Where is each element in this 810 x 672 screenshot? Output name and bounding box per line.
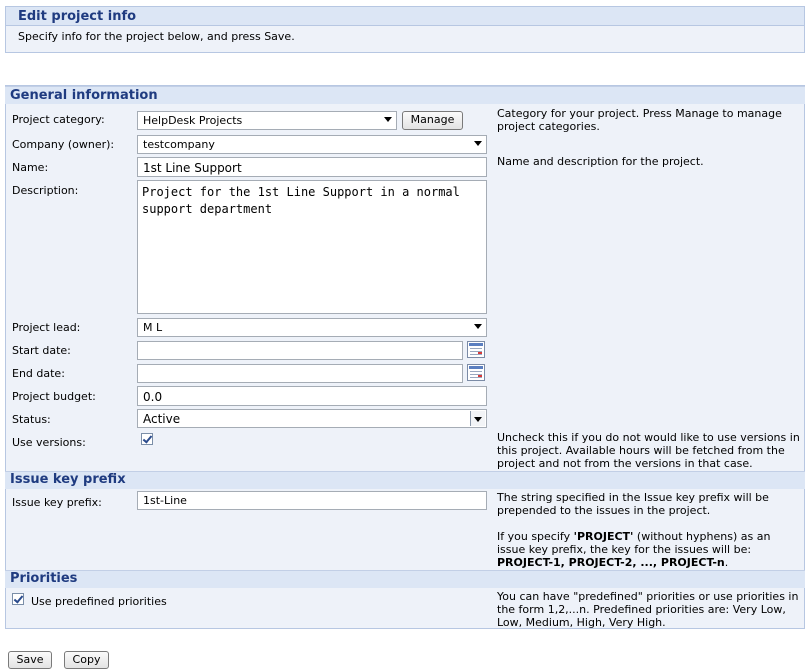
- name-label: Name:: [12, 161, 49, 174]
- end-date-label: End date:: [12, 367, 65, 380]
- end-date-calendar-icon[interactable]: [467, 364, 485, 381]
- page-subtitle: Specify info for the project below, and …: [18, 30, 295, 43]
- project-category-select[interactable]: HelpDesk Projects: [137, 111, 397, 130]
- project-category-value: HelpDesk Projects: [143, 114, 243, 127]
- project-lead-select[interactable]: M L: [137, 318, 487, 337]
- project-lead-value: M L: [143, 321, 163, 334]
- use-versions-label: Use versions:: [12, 436, 86, 449]
- use-versions-checkbox[interactable]: [141, 433, 153, 445]
- issue-key-label: Issue key prefix:: [12, 496, 102, 509]
- company-label: Company (owner):: [12, 138, 115, 151]
- versions-help-text: Uncheck this if you do not would like to…: [497, 431, 800, 470]
- general-section-title: General information: [10, 88, 158, 103]
- project-lead-label: Project lead:: [12, 321, 81, 334]
- status-label: Status:: [12, 413, 51, 426]
- calendar-marker: [478, 374, 482, 378]
- manage-button[interactable]: Manage: [402, 111, 463, 130]
- budget-label: Project budget:: [12, 390, 96, 403]
- budget-input[interactable]: 0.0: [137, 386, 487, 406]
- start-date-label: Start date:: [12, 344, 71, 357]
- description-textarea[interactable]: Project for the 1st Line Support in a no…: [137, 180, 487, 314]
- issue-key-example-prefix: If you specify: [497, 530, 574, 543]
- start-date-calendar-icon[interactable]: [467, 341, 485, 358]
- chevron-down-icon: [474, 324, 482, 329]
- issue-key-example-keys: PROJECT-1, PROJECT-2, ..., PROJECT-n: [497, 556, 725, 569]
- issue-key-example-project: 'PROJECT': [573, 530, 634, 543]
- name-help-text: Name and description for the project.: [497, 155, 704, 168]
- start-date-input[interactable]: [137, 341, 463, 360]
- issue-key-example-text: If you specify 'PROJECT' (without hyphen…: [497, 530, 802, 569]
- issue-key-section-title: Issue key prefix: [10, 472, 126, 487]
- issue-key-help-text: The string specified in the Issue key pr…: [497, 491, 769, 517]
- page-title: Edit project info: [18, 9, 137, 24]
- priorities-section-title: Priorities: [10, 571, 78, 586]
- company-select[interactable]: testcompany: [137, 135, 487, 154]
- chevron-down-icon: [474, 141, 482, 146]
- calendar-marker: [478, 351, 482, 355]
- issue-key-input[interactable]: 1st-Line: [137, 491, 487, 510]
- end-date-input[interactable]: [137, 364, 463, 383]
- chevron-down-icon: [384, 117, 392, 122]
- status-value: Active: [143, 412, 181, 426]
- status-select[interactable]: Active: [137, 409, 487, 428]
- priorities-help-text: You can have "predefined" priorities or …: [497, 590, 799, 629]
- category-help-text: Category for your project. Press Manage …: [497, 107, 782, 133]
- copy-button[interactable]: Copy: [64, 651, 109, 669]
- description-label: Description:: [12, 184, 79, 197]
- priorities-section-header: [5, 570, 805, 588]
- issue-key-example-end: .: [724, 556, 729, 569]
- use-predefined-priorities-label: Use predefined priorities: [31, 595, 167, 608]
- name-input[interactable]: 1st Line Support: [137, 157, 487, 177]
- project-category-label: Project category:: [12, 113, 105, 126]
- company-value: testcompany: [143, 138, 215, 151]
- chevron-down-icon: [470, 411, 485, 426]
- use-predefined-priorities-checkbox[interactable]: [12, 593, 24, 605]
- save-button[interactable]: Save: [8, 651, 52, 669]
